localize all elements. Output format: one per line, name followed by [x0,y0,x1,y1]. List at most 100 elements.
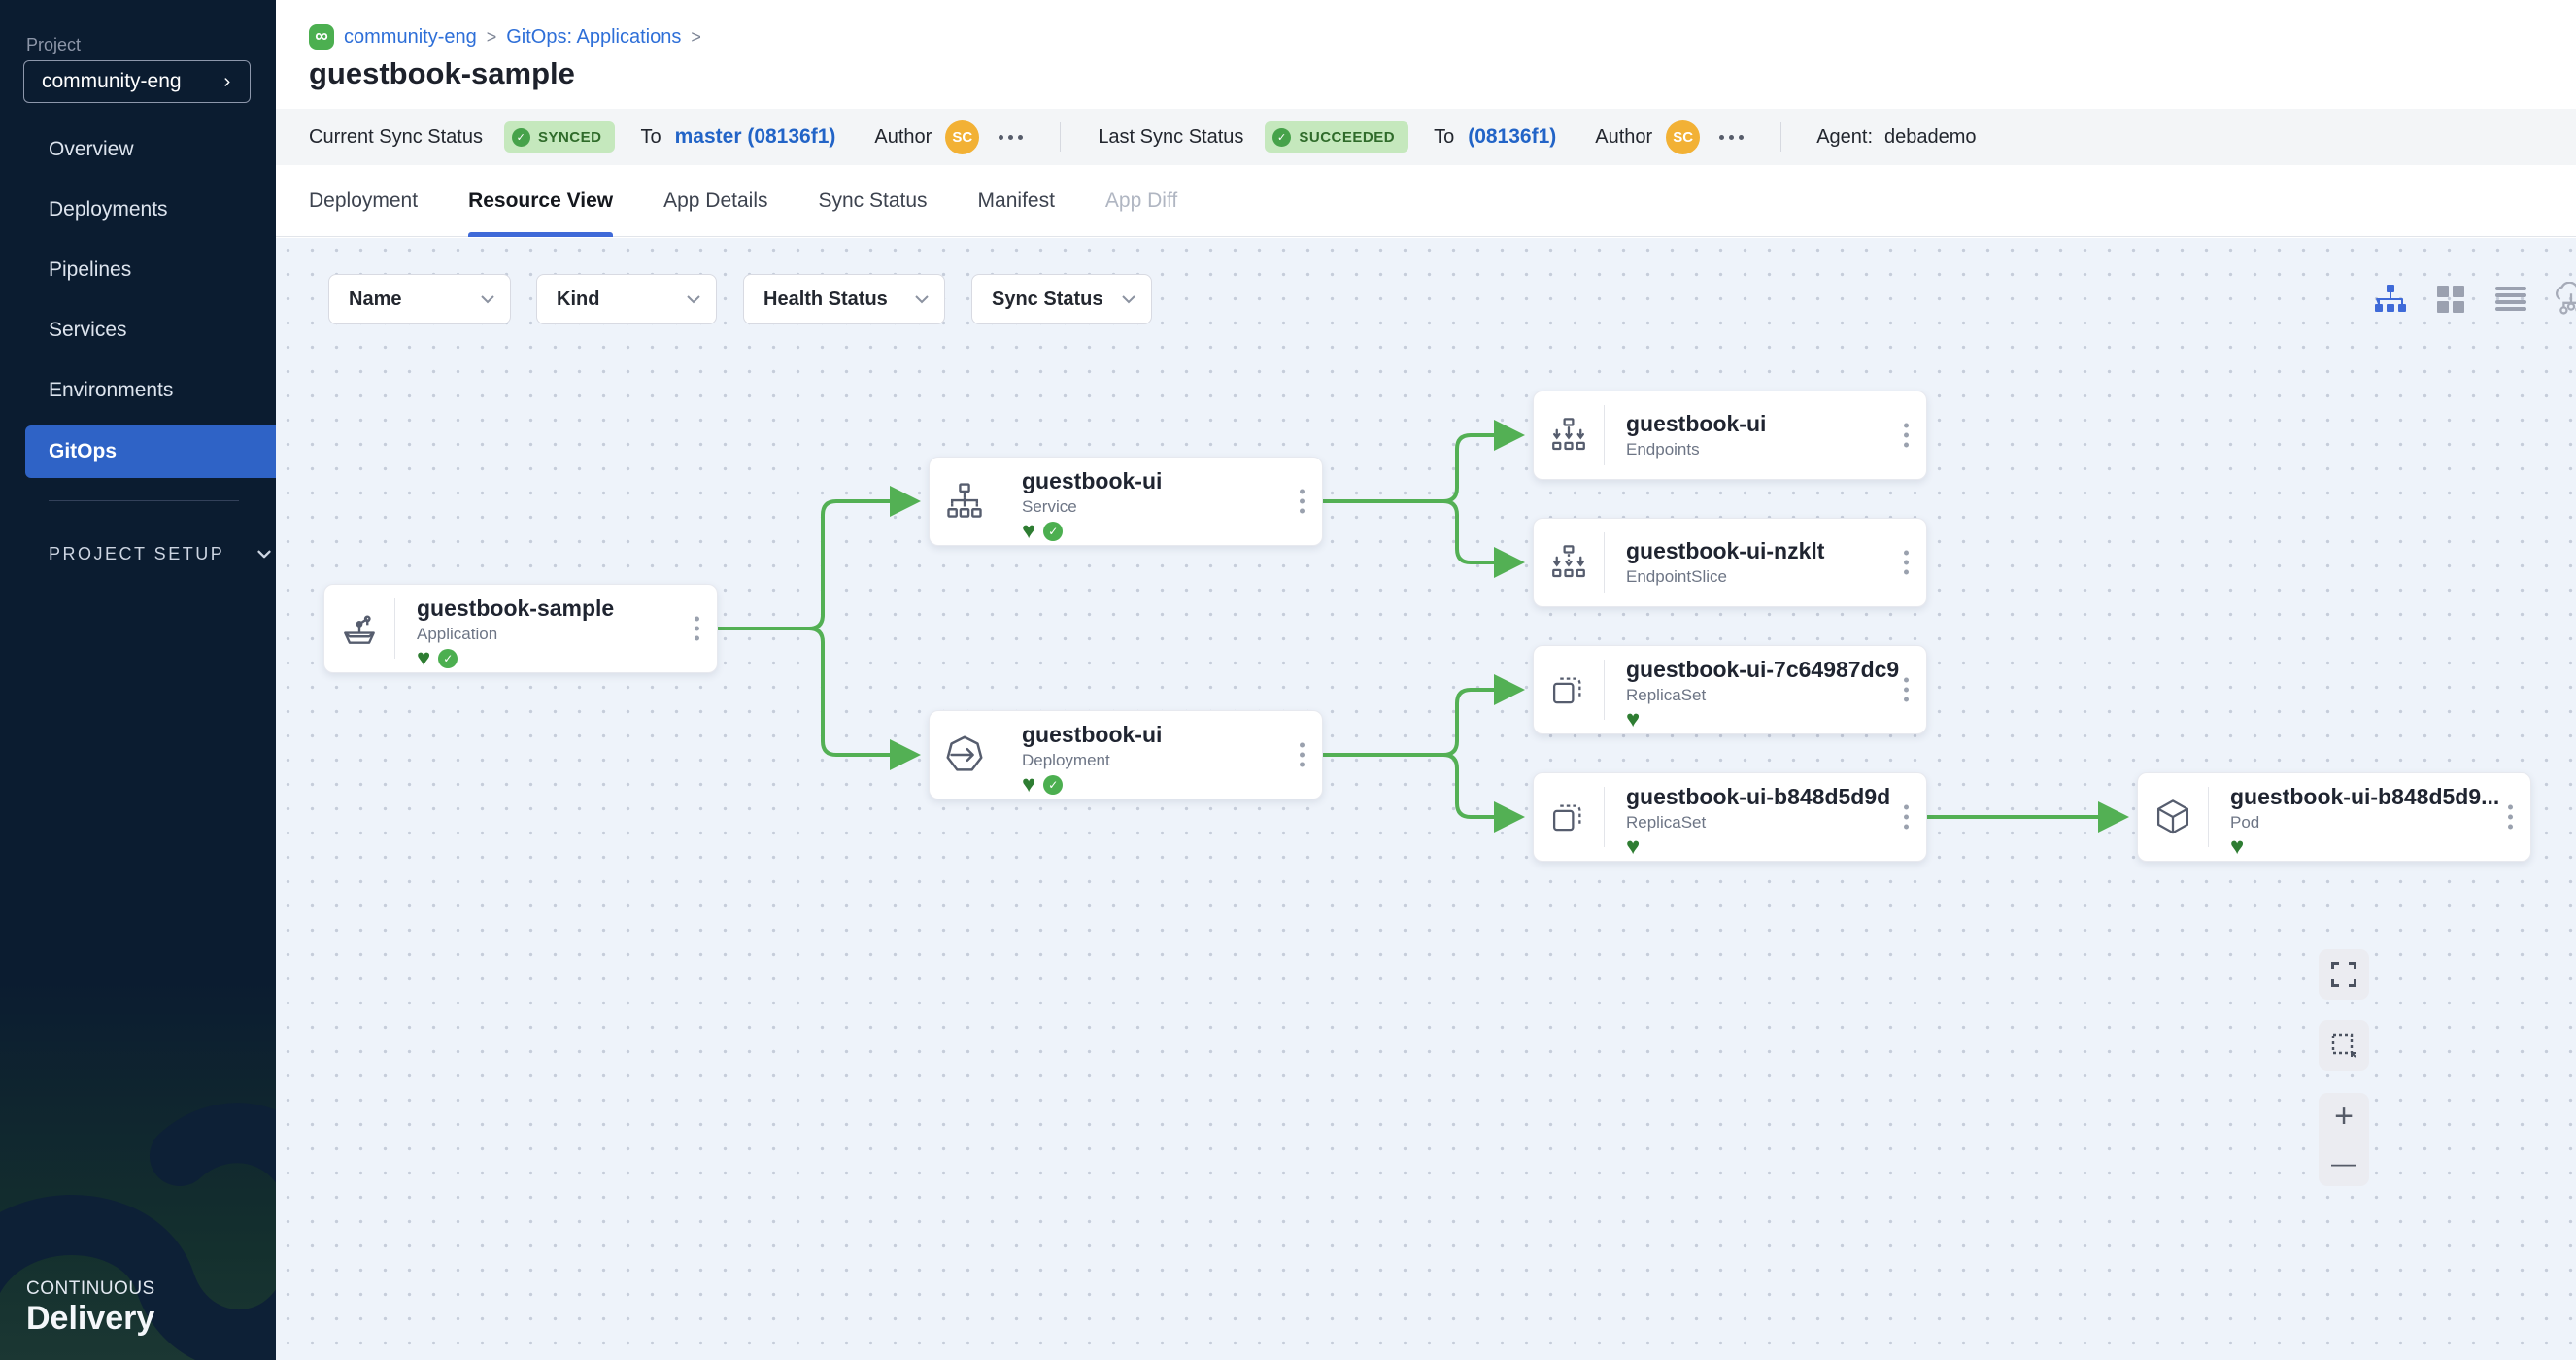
node-menu-button[interactable] [1904,678,1909,702]
node-kind: Endpoints [1626,440,1926,459]
author-label: Author [1595,126,1652,149]
sidebar-item-environments[interactable]: Environments [0,364,276,417]
node-title: guestbook-ui [1022,468,1322,494]
breadcrumb-applications-link[interactable]: GitOps: Applications [506,26,681,49]
brand-continuous: CONTINUOUS [26,1278,155,1300]
list-view-icon[interactable] [2492,281,2529,318]
breadcrumb: ∞ community-eng > GitOps: Applications > [309,24,701,50]
to-label: To [640,126,661,149]
chevron-down-icon [915,295,929,304]
healthy-heart-icon: ♥ [2230,837,2244,857]
chevron-down-icon [687,295,700,304]
sync-status-bar: Current Sync Status ✓ SYNCED To master (… [276,109,2576,165]
deployment-icon [942,732,987,777]
current-target-link[interactable]: master (08136f1) [675,125,836,149]
tab-manifest[interactable]: Manifest [978,165,1055,237]
sidebar-item-deployments[interactable]: Deployments [0,184,276,236]
sidebar-divider [49,500,239,501]
author-avatar: SC [945,120,979,154]
breadcrumb-separator: > [691,27,701,48]
replicaset-icon [1548,797,1589,837]
sidebar-item-gitops[interactable]: GitOps [0,425,276,478]
node-title: guestbook-ui-7c64987dc9 [1626,657,1926,683]
node-title: guestbook-ui [1022,722,1322,748]
tab-deployment[interactable]: Deployment [309,165,418,237]
replicaset-icon [1548,669,1589,710]
healthy-heart-icon: ♥ [1626,710,1640,730]
node-kind: ReplicaSet [1626,813,1926,833]
tab-app-diff: App Diff [1105,165,1177,237]
fullscreen-button[interactable] [2319,949,2369,1000]
service-icon [943,480,986,523]
last-target-link[interactable]: (08136f1) [1468,125,1556,149]
cloud-network-view-icon[interactable] [2553,281,2576,318]
breadcrumb-separator: > [487,27,497,48]
endpointslice-icon [1548,542,1589,583]
zoom-out-button[interactable]: — [2331,1143,2356,1182]
node-service-guestbook-ui[interactable]: guestbook-ui Service ♥ ✓ [929,457,1323,546]
commit-more-button[interactable] [999,135,1023,140]
node-endpoints-guestbook-ui[interactable]: guestbook-ui Endpoints [1533,391,1927,480]
commit-more-button[interactable] [1719,135,1744,140]
filter-health-status[interactable]: Health Status [743,274,945,324]
node-menu-button[interactable] [1300,490,1305,514]
zoom-control: + — [2319,1093,2369,1186]
project-selector[interactable]: community-eng [23,60,251,103]
node-title: guestbook-ui-nzklt [1626,538,1926,564]
author-avatar: SC [1666,120,1700,154]
tree-view-icon[interactable] [2372,281,2409,318]
divider [1780,122,1781,152]
filter-kind[interactable]: Kind [536,274,717,324]
sidebar-item-pipelines[interactable]: Pipelines [0,244,276,296]
node-menu-button[interactable] [1904,551,1909,575]
node-pod-guestbook-ui-b848d5d9[interactable]: guestbook-ui-b848d5d9... Pod ♥ [2137,772,2531,862]
divider [1060,122,1061,152]
node-menu-button[interactable] [1904,424,1909,448]
synced-check-icon: ✓ [438,649,458,668]
healthy-heart-icon: ♥ [1022,522,1035,541]
project-setup-toggle[interactable]: PROJECT SETUP [49,544,271,564]
last-sync-status-label: Last Sync Status [1098,126,1243,149]
node-kind: Service [1022,497,1322,517]
zoom-in-button[interactable]: + [2334,1097,2354,1136]
node-replicaset-guestbook-ui-b848d5d9d[interactable]: guestbook-ui-b848d5d9d ReplicaSet ♥ [1533,772,1927,862]
node-menu-button[interactable] [1904,805,1909,830]
synced-badge: ✓ SYNCED [504,121,616,153]
current-sync-status-label: Current Sync Status [309,126,483,149]
sidebar: Project community-eng Overview Deploymen… [0,0,276,1360]
chevron-right-icon [220,78,234,86]
sidebar-item-services[interactable]: Services [0,304,276,357]
sidebar-item-overview[interactable]: Overview [0,123,276,176]
synced-check-icon: ✓ [1043,522,1063,541]
node-application-guestbook-sample[interactable]: guestbook-sample Application ♥ ✓ [323,584,718,673]
node-menu-button[interactable] [695,617,699,641]
node-replicaset-guestbook-ui-7c64987dc9[interactable]: guestbook-ui-7c64987dc9 ReplicaSet ♥ [1533,645,1927,734]
page-header: ∞ community-eng > GitOps: Applications >… [276,0,2576,109]
pod-icon [2152,797,2193,837]
filter-sync-status[interactable]: Sync Status [971,274,1152,324]
agent-label: Agent: [1816,126,1873,149]
application-icon [338,607,381,650]
breadcrumb-project-link[interactable]: community-eng [344,26,477,49]
chevron-down-icon [481,295,494,304]
resource-graph-canvas[interactable]: Name Kind Health Status Sync Status [276,238,2576,1360]
fit-selection-button[interactable] [2319,1020,2369,1071]
project-label: Project [26,35,81,55]
node-menu-button[interactable] [2508,805,2513,830]
grid-view-icon[interactable] [2432,281,2469,318]
gitops-logo-icon: ∞ [309,24,334,50]
chevron-down-icon [257,550,271,559]
node-endpointslice-guestbook-ui-nzklt[interactable]: guestbook-ui-nzklt EndpointSlice [1533,518,1927,607]
node-menu-button[interactable] [1300,743,1305,767]
succeeded-badge: ✓ SUCCEEDED [1265,121,1408,153]
node-deployment-guestbook-ui[interactable]: guestbook-ui Deployment ♥ ✓ [929,710,1323,799]
agent-value: debademo [1884,126,1977,149]
tab-app-details[interactable]: App Details [663,165,767,237]
filter-name[interactable]: Name [328,274,511,324]
fullscreen-icon [2331,962,2356,987]
tab-sync-status[interactable]: Sync Status [818,165,927,237]
node-title: guestbook-sample [417,595,717,622]
node-title: guestbook-ui [1626,411,1926,437]
healthy-heart-icon: ♥ [1022,775,1035,795]
tab-resource-view[interactable]: Resource View [468,165,613,237]
